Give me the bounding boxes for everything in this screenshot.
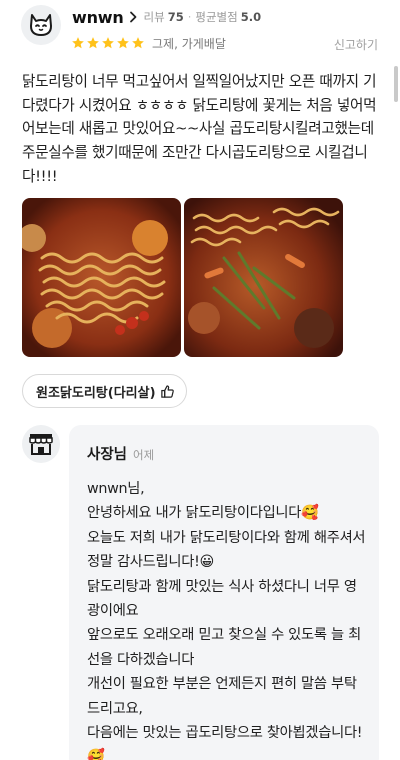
user-meta-row: wnwn 리뷰 75 · 평균별점 5.0 xyxy=(72,7,261,27)
star-icon xyxy=(132,37,144,49)
star-icon xyxy=(72,37,84,49)
owner-name: 사장님 xyxy=(87,447,128,463)
review-photo-2[interactable] xyxy=(184,198,343,357)
review-count-label: 리뷰 xyxy=(143,10,165,24)
menu-tag[interactable]: 원조닭도리탕(다리살) xyxy=(22,374,187,408)
cat-face-icon xyxy=(30,14,52,36)
user-avatar[interactable] xyxy=(21,5,61,45)
review-count: 75 xyxy=(167,10,184,24)
review-body: 닭도리탕이 너무 먹고싶어서 일찍일어났지만 오픈 때까지 기다렸다가 시켰어요… xyxy=(22,73,377,185)
report-button[interactable]: 신고하기 xyxy=(334,36,378,53)
star-icon xyxy=(117,37,129,49)
meta-separator: · xyxy=(187,10,192,24)
review-photo-1[interactable] xyxy=(22,198,181,357)
store-awning-icon xyxy=(29,434,53,455)
chevron-right-icon[interactable] xyxy=(129,11,137,23)
owner-avatar xyxy=(22,425,60,463)
scrollbar[interactable] xyxy=(394,66,398,102)
user-nickname[interactable]: wnwn xyxy=(72,8,124,27)
review-photos xyxy=(22,198,343,357)
thumbs-up-icon xyxy=(160,384,175,399)
owner-reply-time: 어제 xyxy=(133,448,155,462)
owner-reply-body: wnwn님, 안녕하세요 내가 닭도리탕이다입니다🥰 오늘도 저희 내가 닭도리… xyxy=(87,481,366,760)
menu-tag-label: 원조닭도리탕(다리살) xyxy=(36,385,156,401)
star-icon xyxy=(102,37,114,49)
avg-rating-label: 평균별점 xyxy=(195,10,238,24)
review-header: wnwn 리뷰 75 · 평균별점 5.0 그제, 가게배달 신고하기 xyxy=(0,0,400,62)
owner-reply-header: 사장님 어제 xyxy=(87,443,154,464)
order-category: 그제, 가게배달 xyxy=(152,36,226,51)
star-icon xyxy=(87,37,99,49)
avg-rating: 5.0 xyxy=(240,10,262,24)
rating-stars: 그제, 가게배달 xyxy=(71,35,226,51)
owner-reply-box: 사장님 어제 wnwn님, 안녕하세요 내가 닭도리탕이다입니다🥰 오늘도 저희… xyxy=(69,425,379,760)
